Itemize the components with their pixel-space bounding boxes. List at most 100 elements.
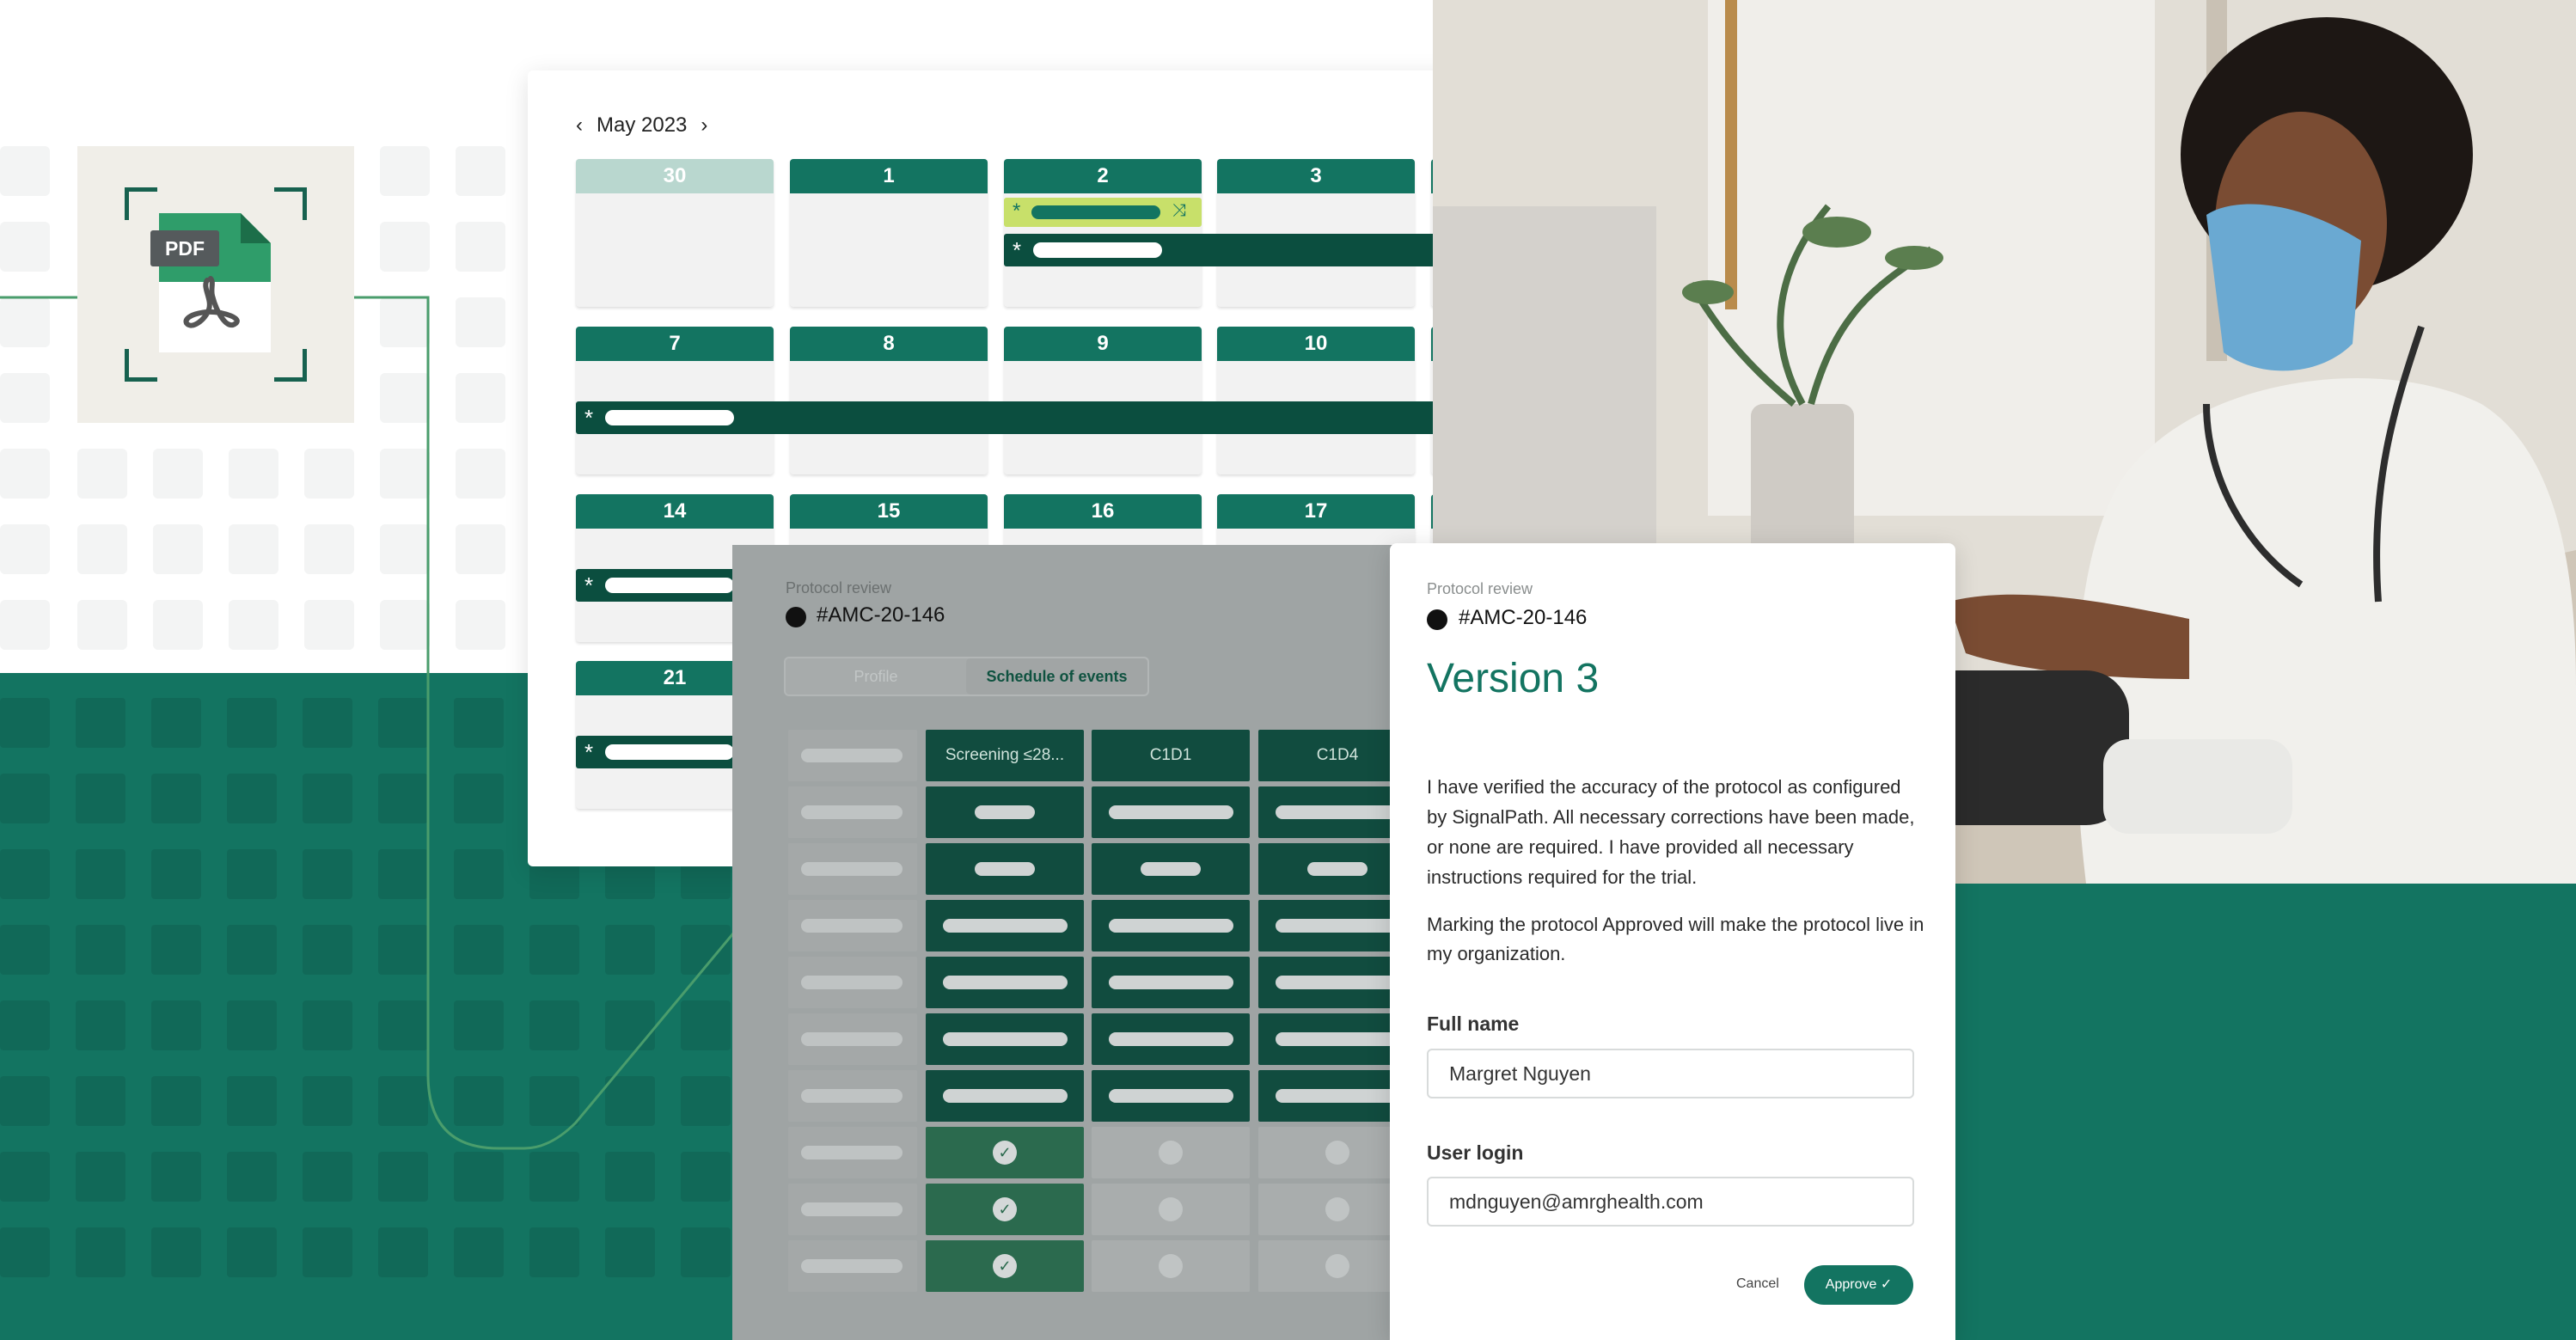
user-login-label: User login [1427, 1141, 1524, 1164]
schedule-cell[interactable] [1092, 1184, 1250, 1235]
cell-placeholder-bar [1275, 805, 1400, 819]
calendar-day-number: 16 [1004, 494, 1202, 529]
asterisk-icon: * [584, 405, 594, 431]
schedule-cell[interactable] [926, 900, 1084, 951]
schedule-cell[interactable] [1092, 1013, 1250, 1065]
calendar-day-number: 17 [1217, 494, 1415, 529]
schedule-cell[interactable]: ✓ [926, 1240, 1084, 1292]
calendar-day-cell[interactable]: 10 [1217, 327, 1415, 474]
cancel-button[interactable]: Cancel [1736, 1276, 1779, 1292]
cell-placeholder-bar [1307, 862, 1368, 876]
stage: { "pdf": {"badge": "PDF"}, "calendar": {… [0, 0, 2576, 1340]
schedule-cell[interactable] [926, 1070, 1084, 1122]
empty-circle-icon [1159, 1197, 1183, 1221]
cell-placeholder-bar [1108, 976, 1233, 989]
table-row [788, 1240, 917, 1292]
card-small-label: Protocol review [1427, 580, 1533, 597]
schedule-cell[interactable] [1092, 786, 1250, 838]
schedule-cell[interactable] [1092, 843, 1250, 895]
verification-paragraph: I have verified the accuracy of the prot… [1427, 776, 1915, 888]
approve-button[interactable]: Approve ✓ [1804, 1265, 1913, 1305]
cell-placeholder-bar [942, 1089, 1068, 1103]
protocol-tabs: Profile Schedule of events [784, 657, 1149, 696]
event-placeholder-bar [605, 410, 734, 425]
empty-circle-icon [1325, 1141, 1349, 1165]
calendar-day-number: 15 [790, 494, 988, 529]
calendar-day-number: 30 [576, 159, 774, 193]
full-name-label: Full name [1427, 1013, 1520, 1035]
schedule-cell[interactable]: ✓ [926, 1184, 1084, 1235]
empty-circle-icon [1159, 1254, 1183, 1278]
schedule-cell[interactable] [1092, 1240, 1250, 1292]
cell-placeholder-bar [942, 1032, 1068, 1046]
event-placeholder-bar [605, 744, 734, 760]
cell-placeholder-bar [1108, 1032, 1233, 1046]
calendar-day-cell[interactable]: 1 [790, 159, 988, 307]
chevron-left-icon[interactable]: ‹ [576, 113, 583, 138]
calendar-day-cell[interactable]: 2 [1004, 159, 1202, 307]
calendar-day-cell[interactable]: 9 [1004, 327, 1202, 474]
calendar-day-number: 10 [1217, 327, 1415, 361]
table-row-header [788, 730, 917, 781]
cell-placeholder-bar [1275, 1089, 1400, 1103]
schedule-cell[interactable] [926, 1013, 1084, 1065]
calendar-event-bar[interactable]: * [576, 736, 748, 768]
tab-profile[interactable]: Profile [786, 658, 966, 694]
chevron-right-icon[interactable]: › [701, 113, 707, 138]
calendar-day-cell[interactable]: 7 [576, 327, 774, 474]
schedule-cell[interactable] [926, 957, 1084, 1008]
schedule-cell[interactable] [1092, 1070, 1250, 1122]
check-icon: ✓ [1880, 1277, 1893, 1292]
frame-corner-tl [125, 187, 157, 220]
calendar-day-cell[interactable]: 8 [790, 327, 988, 474]
protocol-small-label: Protocol review [786, 579, 892, 597]
table-row [788, 843, 917, 895]
cell-placeholder-bar [975, 805, 1035, 819]
calendar-day-number: 7 [576, 327, 774, 361]
schedule-cell[interactable] [926, 843, 1084, 895]
version-approval-card: Protocol review #AMC-20-146 Version 3 I … [1390, 543, 1955, 1340]
schedule-cell[interactable] [1092, 1127, 1250, 1178]
card-status-dot-icon [1427, 609, 1447, 630]
full-name-field[interactable]: Margret Nguyen [1427, 1049, 1914, 1098]
empty-circle-icon [1159, 1141, 1183, 1165]
event-placeholder-bar [1031, 205, 1160, 219]
tab-schedule-of-events[interactable]: Schedule of events [966, 658, 1147, 694]
table-row [788, 957, 917, 1008]
calendar-day-cell[interactable]: 30 [576, 159, 774, 307]
calendar-header: ‹ May 2023 › [576, 108, 707, 143]
check-circle-icon: ✓ [993, 1197, 1017, 1221]
check-circle-icon: ✓ [993, 1141, 1017, 1165]
calendar-event-highlighted[interactable]: * ⤨ [1004, 198, 1202, 227]
calendar-day-number: 2 [1004, 159, 1202, 193]
table-row [788, 900, 917, 951]
pdf-card: PDF [77, 146, 354, 423]
frame-corner-tr [274, 187, 307, 220]
calendar-day-number: 1 [790, 159, 988, 193]
asterisk-icon: * [584, 572, 594, 598]
shuffle-icon: ⤨ [1172, 201, 1186, 220]
schedule-cell[interactable] [1092, 900, 1250, 951]
cell-placeholder-bar [1141, 862, 1201, 876]
calendar-day-number: 3 [1217, 159, 1415, 193]
table-row [788, 1013, 917, 1065]
table-row [788, 1070, 917, 1122]
user-login-field[interactable]: mdnguyen@amrghealth.com [1427, 1177, 1914, 1227]
approve-label: Approve [1825, 1277, 1877, 1292]
calendar-event-bar[interactable]: * [576, 569, 748, 602]
frame-corner-br [274, 349, 307, 382]
event-placeholder-bar [605, 578, 734, 593]
schedule-cell[interactable] [926, 786, 1084, 838]
schedule-column-header[interactable]: C1D1 [1092, 730, 1250, 781]
empty-circle-icon [1325, 1197, 1349, 1221]
asterisk-icon: * [1013, 199, 1021, 223]
schedule-cell[interactable]: ✓ [926, 1127, 1084, 1178]
approval-paragraph: Marking the protocol Approved will make … [1427, 914, 1924, 964]
cell-placeholder-bar [1108, 919, 1233, 933]
column-header-label: Screening ≤28... [945, 746, 1065, 764]
schedule-cell[interactable] [1092, 957, 1250, 1008]
calendar-day-cell[interactable]: 3 [1217, 159, 1415, 307]
cell-placeholder-bar [1275, 1032, 1400, 1046]
cell-placeholder-bar [942, 976, 1068, 989]
schedule-column-header[interactable]: Screening ≤28... [926, 730, 1084, 781]
